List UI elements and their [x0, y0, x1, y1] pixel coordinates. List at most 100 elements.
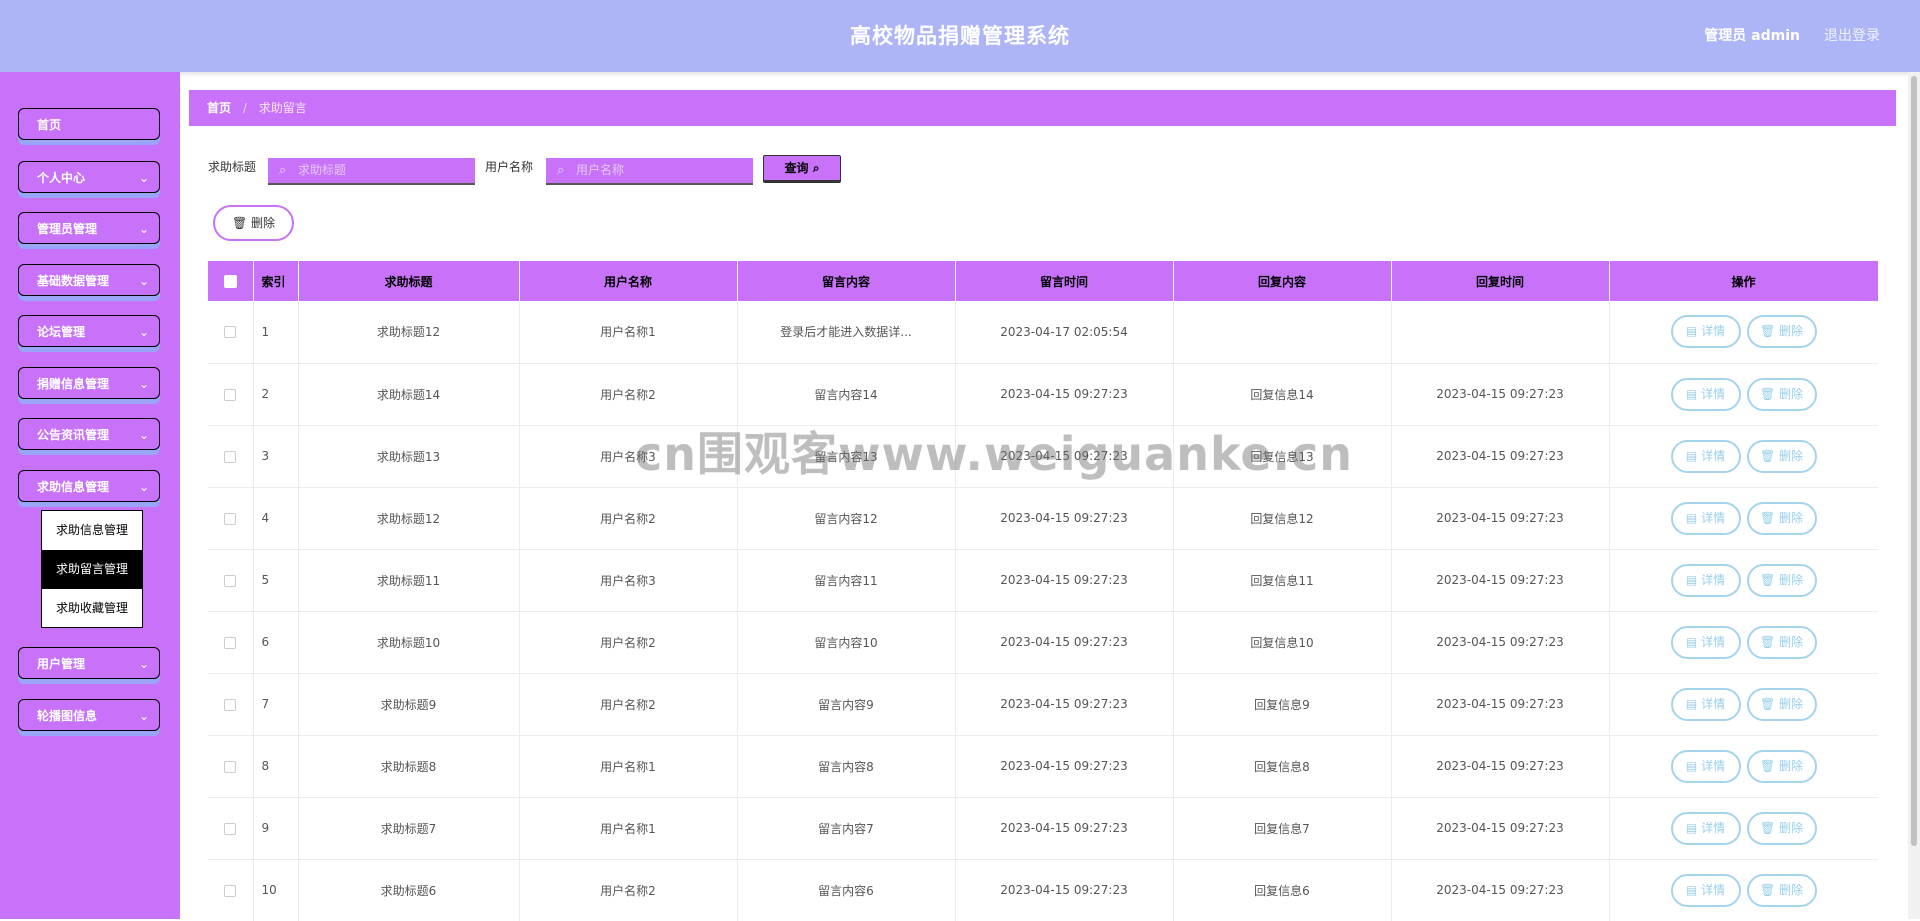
sidebar-item-carousel[interactable]: 轮播图信息 ⌄: [18, 699, 160, 731]
document-icon: ▤: [1685, 448, 1698, 463]
row-checkbox[interactable]: [224, 450, 237, 463]
row-checkbox[interactable]: [224, 884, 237, 897]
cell-time: 2023-04-15 09:27:23: [955, 425, 1174, 487]
detail-button[interactable]: ▤ 详情: [1670, 439, 1741, 473]
cell-actions: ▤ 详情 🗑 删除: [1609, 425, 1878, 487]
cell-reply-time: 2023-04-15 09:27:23: [1391, 425, 1610, 487]
detail-button[interactable]: ▤ 详情: [1670, 749, 1741, 783]
detail-button[interactable]: ▤ 详情: [1670, 501, 1741, 535]
cell-reply-time: 2023-04-15 09:27:23: [1391, 797, 1610, 859]
cell-reply: 回复信息14: [1173, 363, 1392, 425]
cell-content: 留言内容10: [737, 611, 956, 673]
detail-button[interactable]: ▤ 详情: [1670, 377, 1741, 411]
detail-label: 详情: [1701, 634, 1726, 649]
cell-reply: 回复信息10: [1173, 611, 1392, 673]
sidebar-item-notice[interactable]: 公告资讯管理 ⌄: [18, 418, 160, 450]
trash-icon: 🗑: [1759, 696, 1776, 711]
sidebar-item-users[interactable]: 用户管理 ⌄: [18, 647, 160, 679]
sidebar-item-label: 管理员管理: [37, 222, 98, 236]
trash-icon: 🗑: [1759, 572, 1776, 587]
column-header: 回复内容: [1173, 261, 1392, 301]
row-checkbox[interactable]: [224, 822, 237, 835]
row-select-cell: [208, 363, 254, 425]
detail-button[interactable]: ▤ 详情: [1670, 625, 1741, 659]
row-checkbox[interactable]: [224, 326, 237, 339]
row-delete-button[interactable]: 🗑 删除: [1746, 625, 1817, 659]
page-scrollbar[interactable]: [1908, 72, 1920, 919]
sidebar-item-basic-data[interactable]: 基础数据管理 ⌄: [18, 264, 160, 296]
sidebar-item-label: 求助信息管理: [37, 480, 110, 494]
column-header: 操作: [1609, 261, 1878, 301]
detail-button[interactable]: ▤ 详情: [1670, 811, 1741, 845]
sidebar-item-home[interactable]: 首页: [18, 108, 160, 140]
detail-button[interactable]: ▤ 详情: [1670, 687, 1741, 721]
search-title-input[interactable]: [296, 162, 470, 178]
cell-time: 2023-04-15 09:27:23: [955, 797, 1174, 859]
row-delete-button[interactable]: 🗑 删除: [1746, 873, 1817, 907]
cell-reply: 回复信息11: [1173, 549, 1392, 611]
chevron-down-icon: ⌄: [138, 428, 149, 442]
detail-button[interactable]: ▤ 详情: [1670, 563, 1741, 597]
column-header: 留言内容: [737, 261, 956, 301]
cell-reply: 回复信息9: [1173, 673, 1392, 735]
row-delete-button[interactable]: 🗑 删除: [1746, 501, 1817, 535]
row-delete-button[interactable]: 🗑 删除: [1746, 315, 1817, 349]
select-all-checkbox[interactable]: [223, 275, 237, 288]
row-checkbox[interactable]: [224, 636, 237, 649]
batch-delete-button[interactable]: 🗑 删除: [213, 205, 294, 241]
row-delete-button[interactable]: 🗑 删除: [1746, 439, 1817, 473]
sidebar-item-label: 个人中心: [37, 171, 86, 185]
sidebar-item-label: 用户管理: [37, 657, 86, 671]
submenu-item-help-message[interactable]: 求助留言管理: [42, 550, 142, 589]
row-select-cell: [208, 425, 254, 487]
data-table: 索引 求助标题 用户名称 留言内容 留言时间 回复内容 回复时间 操作 1 求助标…: [208, 261, 1878, 921]
query-button[interactable]: 查询 ⌕: [763, 155, 841, 183]
document-icon: ▤: [1685, 572, 1698, 587]
search-user-input[interactable]: [574, 162, 748, 178]
search-icon: ⌕: [279, 163, 287, 178]
detail-button[interactable]: ▤ 详情: [1670, 873, 1741, 907]
sidebar-item-donation[interactable]: 捐赠信息管理 ⌄: [18, 367, 160, 399]
breadcrumb-home[interactable]: 首页: [207, 101, 231, 115]
trash-icon: 🗑: [1759, 510, 1776, 525]
sidebar-item-help[interactable]: 求助信息管理 ⌄: [18, 470, 160, 502]
cell-content: 登录后才能进入数据详...: [737, 301, 956, 363]
row-delete-button[interactable]: 🗑 删除: [1746, 687, 1817, 721]
chevron-down-icon: ⌄: [138, 171, 149, 185]
row-delete-button[interactable]: 🗑 删除: [1746, 811, 1817, 845]
logout-link[interactable]: 退出登录: [1824, 0, 1880, 72]
app-title: 高校物品捐赠管理系统: [850, 24, 1070, 48]
cell-content: 留言内容8: [737, 735, 956, 797]
row-checkbox[interactable]: [224, 388, 237, 401]
detail-label: 详情: [1701, 758, 1726, 773]
breadcrumb-current: 求助留言: [258, 101, 307, 115]
submenu-item-help-favorite[interactable]: 求助收藏管理: [42, 589, 142, 628]
cell-time: 2023-04-17 02:05:54: [955, 301, 1174, 363]
row-checkbox[interactable]: [224, 574, 237, 587]
row-delete-label: 删除: [1779, 386, 1804, 401]
cell-index: 10: [253, 859, 299, 921]
cell-title: 求助标题12: [298, 301, 520, 363]
row-checkbox[interactable]: [224, 512, 237, 525]
detail-button[interactable]: ▤ 详情: [1670, 315, 1741, 349]
search-title-label: 求助标题: [208, 160, 257, 174]
sidebar-item-admin[interactable]: 管理员管理 ⌄: [18, 212, 160, 244]
cell-user: 用户名称2: [519, 611, 738, 673]
cell-title: 求助标题7: [298, 797, 520, 859]
cell-user: 用户名称2: [519, 673, 738, 735]
row-delete-label: 删除: [1779, 572, 1804, 587]
sidebar-item-forum[interactable]: 论坛管理 ⌄: [18, 315, 160, 347]
row-delete-button[interactable]: 🗑 删除: [1746, 749, 1817, 783]
table-row: 8 求助标题8 用户名称1 留言内容8 2023-04-15 09:27:23 回复信息8…: [208, 735, 1878, 797]
submenu-item-help-info[interactable]: 求助信息管理: [42, 511, 142, 550]
row-checkbox[interactable]: [224, 760, 237, 773]
sidebar-item-profile[interactable]: 个人中心 ⌄: [18, 161, 160, 193]
row-delete-button[interactable]: 🗑 删除: [1746, 563, 1817, 597]
row-delete-label: 删除: [1779, 510, 1804, 525]
row-checkbox[interactable]: [224, 698, 237, 711]
document-icon: ▤: [1685, 324, 1698, 339]
row-delete-button[interactable]: 🗑 删除: [1746, 377, 1817, 411]
scroll-thumb[interactable]: [1911, 76, 1917, 846]
row-delete-label: 删除: [1779, 758, 1804, 773]
cell-user: 用户名称2: [519, 859, 738, 921]
